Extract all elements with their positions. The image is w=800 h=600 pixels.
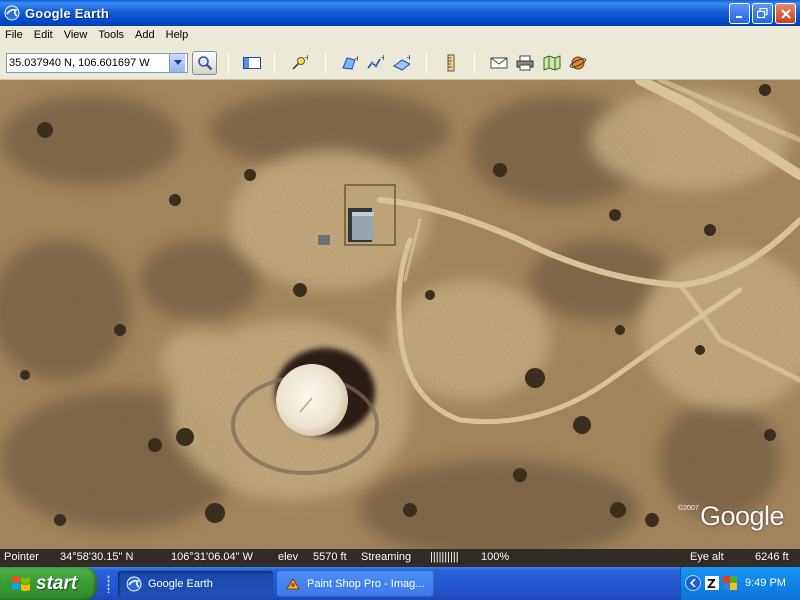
- add-path-button[interactable]: +: [366, 54, 384, 72]
- menu-add[interactable]: Add: [130, 26, 161, 44]
- paint-shop-pro-icon: [286, 578, 300, 590]
- toolbar-separator: [325, 52, 326, 74]
- chevron-left-icon: [689, 579, 696, 587]
- taskbar-item-paint-shop-pro[interactable]: Paint Shop Pro - Imag...: [277, 571, 434, 597]
- coordinates-combobox[interactable]: [6, 53, 188, 73]
- view-in-maps-button[interactable]: [543, 54, 561, 72]
- start-label: start: [36, 572, 78, 594]
- toolbar-separator: [426, 52, 427, 74]
- window-title: Google Earth: [25, 5, 110, 21]
- map-icon: [543, 55, 561, 71]
- pointer-latitude: 34°58'30.15" N: [60, 551, 134, 563]
- streaming-percent: 100%: [481, 551, 510, 563]
- title-bar[interactable]: Google Earth: [0, 0, 800, 26]
- placemark-pushpin-icon: +: [292, 54, 308, 70]
- chevron-down-icon: [173, 60, 182, 65]
- toolbar: + + + +: [0, 44, 800, 80]
- taskbar-item-google-earth[interactable]: Google Earth: [118, 571, 273, 597]
- svg-text:+: +: [304, 54, 308, 62]
- ruler-icon: [447, 54, 455, 72]
- elevation-value: 5570 ft: [313, 551, 347, 563]
- sky-switch-button[interactable]: [569, 54, 587, 72]
- email-button[interactable]: [490, 54, 508, 72]
- toolbar-separator: [474, 52, 475, 74]
- streaming-progress-bar: ||||||||||: [430, 551, 459, 563]
- restore-button[interactable]: [752, 3, 773, 24]
- eye-altitude-value: 6246 ft: [755, 551, 789, 563]
- system-tray: Z 9:49 PM: [680, 567, 800, 600]
- svg-text:Z: Z: [707, 577, 716, 591]
- sidebar-toggle-button[interactable]: [243, 54, 261, 72]
- menu-view[interactable]: View: [59, 26, 94, 44]
- satellite-imagery: [0, 80, 800, 549]
- task-label: Paint Shop Pro - Imag...: [307, 578, 425, 590]
- planet-icon: [569, 56, 587, 70]
- imagery-copyright: ©2007: [678, 505, 699, 512]
- magnifier-icon: [197, 56, 212, 71]
- print-button[interactable]: [516, 54, 534, 72]
- svg-text:+: +: [406, 54, 410, 62]
- google-watermark-logo: Google: [700, 501, 785, 531]
- minimize-button[interactable]: [729, 3, 750, 24]
- add-placemark-button[interactable]: +: [290, 54, 308, 72]
- svg-text:+: +: [380, 54, 384, 62]
- google-earth-globe-icon: [4, 5, 20, 21]
- pointer-longitude: 106°31'06.04" W: [171, 551, 253, 563]
- close-button[interactable]: [775, 3, 796, 24]
- sidebar-icon: [243, 57, 261, 69]
- google-earth-globe-icon: [126, 576, 142, 592]
- minimize-icon: [735, 15, 742, 18]
- status-bar: Pointer 34°58'30.15" N 106°31'06.04" W e…: [0, 549, 800, 567]
- task-label: Google Earth: [148, 578, 213, 590]
- taskbar: start Google Earth Paint Shop Pro - Imag…: [0, 567, 800, 600]
- ruler-button[interactable]: [442, 54, 460, 72]
- polygon-icon: +: [342, 54, 358, 70]
- pointer-label: Pointer: [4, 551, 39, 563]
- svg-text:+: +: [354, 54, 358, 63]
- zonealarm-icon[interactable]: Z: [704, 575, 720, 591]
- menu-tools[interactable]: Tools: [93, 26, 130, 44]
- map-viewport[interactable]: ©2007 Google: [0, 80, 800, 549]
- menu-edit[interactable]: Edit: [29, 26, 59, 44]
- taskbar-grip[interactable]: [107, 575, 110, 593]
- dropdown-button[interactable]: [169, 54, 185, 72]
- windows-logo-icon: [12, 575, 30, 591]
- toolbar-separator: [228, 52, 229, 74]
- path-icon: +: [367, 54, 384, 69]
- restore-icon: [757, 8, 768, 19]
- show-hidden-icons-button[interactable]: [685, 575, 701, 591]
- search-button[interactable]: [192, 51, 217, 75]
- menu-file[interactable]: File: [0, 26, 29, 44]
- add-polygon-button[interactable]: +: [340, 54, 358, 72]
- streaming-label: Streaming: [361, 551, 412, 563]
- toolbar-separator: [274, 52, 275, 74]
- add-image-overlay-button[interactable]: +: [392, 54, 410, 72]
- clock[interactable]: 9:49 PM: [745, 577, 786, 589]
- menu-help[interactable]: Help: [161, 26, 195, 44]
- printer-icon: [516, 55, 534, 71]
- close-icon: [780, 8, 791, 19]
- coordinates-input[interactable]: [7, 54, 169, 72]
- image-overlay-icon: +: [393, 54, 410, 71]
- security-center-icon[interactable]: [722, 575, 738, 591]
- elevation-label: elev: [278, 551, 299, 563]
- start-button[interactable]: start: [0, 567, 97, 600]
- envelope-icon: [490, 57, 508, 69]
- menu-bar: File Edit View Tools Add Help: [0, 26, 800, 44]
- eye-altitude-label: Eye alt: [690, 551, 724, 563]
